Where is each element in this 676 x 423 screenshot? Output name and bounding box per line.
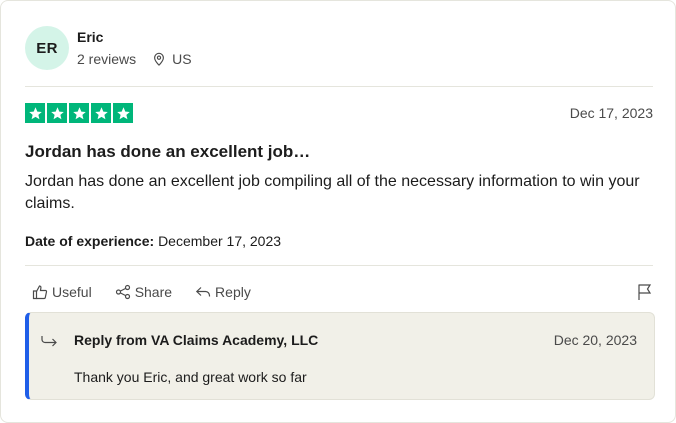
reviewer-meta: 2 reviews US (77, 51, 192, 67)
divider (25, 265, 653, 266)
company-reply: Reply from VA Claims Academy, LLC Dec 20… (25, 312, 655, 400)
experience-label: Date of experience: (25, 233, 155, 249)
reply-button[interactable]: Reply (195, 284, 251, 300)
reviewer-name[interactable]: Eric (77, 29, 103, 45)
reply-text: Thank you Eric, and great work so far (74, 369, 307, 385)
star-icon (91, 103, 111, 123)
report-flag-button[interactable] (637, 283, 653, 306)
review-body: Jordan has done an excellent job compili… (25, 173, 640, 212)
reply-icon (195, 287, 211, 297)
thumbs-up-icon (32, 285, 48, 300)
reply-arrow-icon (41, 336, 57, 347)
share-icon (115, 284, 130, 300)
review-date: Dec 17, 2023 (569, 105, 653, 121)
reply-date: Dec 20, 2023 (553, 332, 637, 348)
experience-date: December 17, 2023 (158, 233, 282, 249)
date-of-experience: Date of experience: December 17, 2023 (25, 233, 281, 249)
star-icon (113, 103, 133, 123)
share-label: Share (134, 284, 173, 300)
review-title[interactable]: Jordan has done an excellent job… (25, 142, 310, 162)
review-count: 2 reviews (77, 51, 137, 67)
reply-label: Reply (215, 284, 251, 300)
reply-title: Reply from VA Claims Academy, LLC (74, 332, 319, 348)
star-icon (69, 103, 89, 123)
location-text: US (172, 51, 192, 67)
divider (25, 86, 653, 87)
avatar[interactable]: ER (25, 26, 69, 70)
review-card: ER Eric 2 reviews US Dec 17, 2023 Jordan… (0, 0, 676, 423)
star-icon (47, 103, 67, 123)
star-icon (25, 103, 45, 123)
review-actions: Useful Share Reply (32, 284, 274, 300)
share-button[interactable]: Share (115, 284, 172, 300)
useful-label: Useful (52, 284, 92, 300)
useful-button[interactable]: Useful (32, 284, 92, 300)
reviewer-location: US (152, 51, 192, 67)
location-pin-icon (154, 52, 165, 66)
flag-icon (638, 284, 652, 300)
star-rating (25, 103, 133, 123)
